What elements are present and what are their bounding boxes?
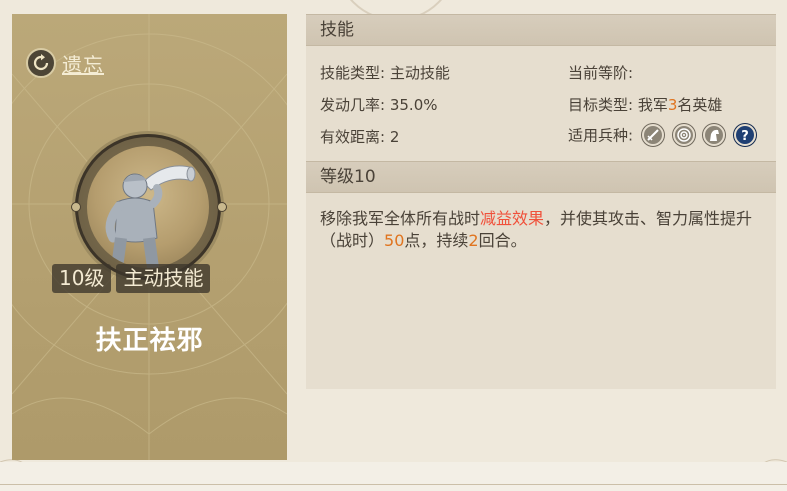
target-type-label: 目标类型: [568,96,634,114]
archer-target-icon[interactable] [672,124,695,146]
bottom-divider [0,484,787,485]
desc-rounds: 2 [468,231,479,250]
level-badge: 10级 [52,264,112,293]
trigger-rate-row: 发动几率: 35.0% [320,94,438,115]
target-count: 3 [667,96,678,114]
skill-type-badge: 主动技能 [116,264,211,293]
target-prefix: 我军 [637,96,668,114]
current-rank-label: 当前等阶: [568,64,634,82]
desc-highlight: 减益效果 [480,209,545,228]
skill-card: 遗忘 10级 主动技能 扶正祛邪 [12,14,287,460]
skill-portrait [71,134,227,280]
desc-value: 50 [384,231,405,250]
skill-section-header: 技能 [306,14,776,46]
level-section-header: 等级10 [306,161,776,193]
skill-type-value: 主动技能 [389,64,450,82]
range-row: 有效距离: 2 [320,126,399,147]
range-value: 2 [389,128,400,146]
desc-part4: 回合。 [478,231,527,250]
trigger-rate-value: 35.0% [389,96,438,114]
target-type-row: 目标类型: 我军3名英雄 [568,94,722,115]
skill-type-label: 技能类型: [320,64,386,82]
cavalry-horse-icon[interactable] [703,124,726,146]
badge-row: 10级 主动技能 [52,264,211,293]
statue-horn-icon [87,146,209,268]
refresh-icon [26,48,56,78]
range-label: 有效距离: [320,128,386,146]
skill-header-label: 技能 [320,20,354,40]
infantry-sword-icon[interactable] [641,124,664,146]
trigger-rate-label: 发动几率: [320,96,386,114]
current-rank-row: 当前等阶: [568,62,633,83]
forget-label: 遗忘 [62,52,104,77]
desc-part3: 点，持续 [404,231,469,250]
target-suffix: 名英雄 [677,96,723,114]
bottom-bar [0,462,787,491]
question-mark-icon[interactable]: ? [734,124,757,146]
skill-detail-panel: 技能 技能类型: 主动技能 当前等阶: 发动几率: 35.0% 目标类型: 我军… [306,14,776,389]
unit-types-label: 适用兵种: [568,126,634,145]
ring-knob-left [71,202,81,212]
desc-part1: 移除我军全体所有战时 [320,209,481,228]
skill-name: 扶正祛邪 [95,326,204,356]
skill-type-row: 技能类型: 主动技能 [320,62,450,83]
unit-types-row: 适用兵种: ? [568,124,757,146]
level-header-label: 等级10 [320,167,376,187]
skill-description: 移除我军全体所有战时减益效果，并使其攻击、智力属性提升（战时）50点，持续2回合… [320,208,760,252]
forget-button[interactable]: 遗忘 [26,48,104,78]
svg-text:?: ? [741,129,749,144]
ring-knob-right [217,202,227,212]
